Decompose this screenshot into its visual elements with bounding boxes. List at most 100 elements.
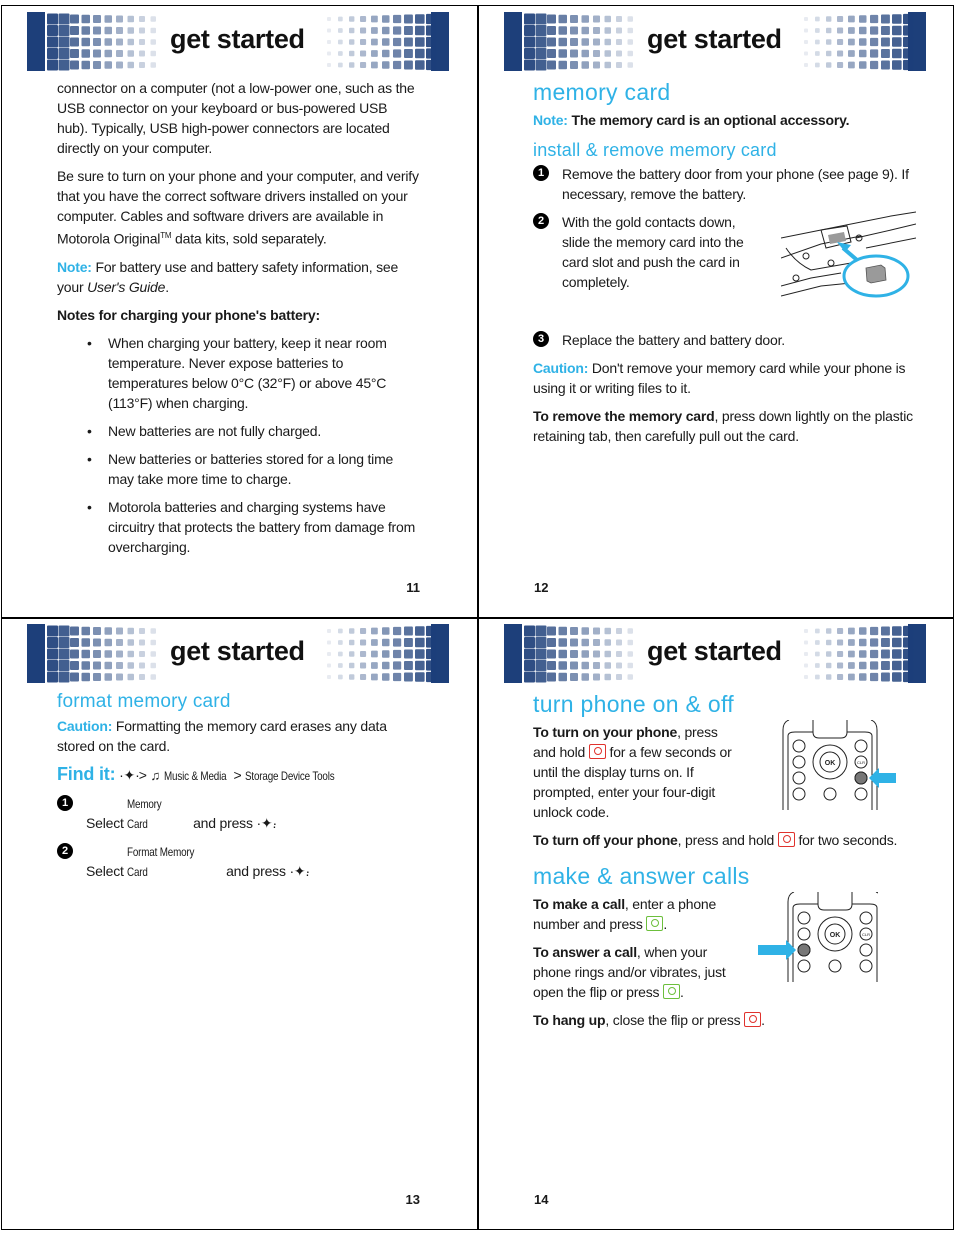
section-banner: get started — [27, 624, 449, 683]
turn-off-instructions: To turn off your phone, press and hold f… — [533, 830, 914, 850]
pointer-arrow-icon — [758, 940, 796, 960]
text: To turn on your phone — [533, 724, 678, 740]
nav-key-icon: ·✦· — [256, 815, 277, 831]
page-12: get started memory card Note: The memory… — [478, 6, 954, 617]
page-13: get started format memory card Caution: … — [1, 618, 477, 1229]
section-banner: get started — [27, 12, 449, 71]
list-item: New batteries or batteries stored for a … — [87, 449, 421, 489]
heading-memory-card: memory card — [533, 79, 671, 105]
highlighted-key — [854, 771, 868, 785]
calls-block: To make a call, enter a phone number and… — [533, 892, 914, 1002]
music-media-icon: ♫ — [150, 768, 161, 783]
trademark: TM — [160, 231, 172, 240]
memory-card-insertion-illustration — [781, 211, 916, 298]
step-text: Select Format Memory Card and press ·✦·. — [86, 842, 421, 882]
note-label: Note: — [533, 112, 568, 128]
banner-pattern-left — [504, 12, 633, 71]
section-title: get started — [647, 636, 782, 666]
answer-call-instructions: To answer a call, when your phone rings … — [533, 942, 743, 1002]
text: To hang up — [533, 1012, 606, 1028]
heading-turn-phone-on-off: turn phone on & off — [533, 691, 734, 717]
note: Note: For battery use and battery safety… — [57, 257, 421, 297]
note: Note: The memory card is an optional acc… — [533, 110, 914, 130]
clr-key-label: CLR — [857, 760, 865, 765]
banner-pattern-right — [804, 624, 926, 683]
keypad-send-key-illustration: OK CLR — [758, 892, 878, 982]
section-title: get started — [647, 24, 782, 54]
section-banner: get started — [504, 12, 926, 71]
banner-pattern-left — [504, 624, 633, 683]
text: . — [663, 916, 668, 932]
keypad-power-key-illustration: OK CLR — [782, 720, 896, 810]
page-number: 13 — [405, 1192, 420, 1207]
text: . — [165, 278, 169, 295]
banner-pattern-right — [804, 12, 926, 71]
text: To make a call — [533, 896, 625, 912]
text: To remove the memory card — [533, 408, 715, 424]
section-title: get started — [170, 24, 305, 54]
menu-item-storage-device-tools: Storage Device Tools — [245, 769, 335, 783]
banner-pattern-left — [27, 12, 156, 71]
make-call-instructions: To make a call, enter a phone number and… — [533, 894, 738, 934]
step-number-icon: 3 — [533, 331, 549, 347]
menu-item-format-memory-card: Format Memory Card — [127, 845, 195, 879]
caution: Caution: Don't remove your memory card w… — [533, 358, 914, 398]
turn-on-instructions: To turn on your phone, press and hold fo… — [533, 722, 738, 822]
list-item: Motorola batteries and charging systems … — [87, 497, 421, 557]
find-it-label: Find it: — [57, 764, 116, 784]
page-11: get started connector on a computer (not… — [1, 6, 477, 617]
separator: > — [138, 767, 147, 783]
step-2: 2 Select Format Memory Card and press ·✦… — [57, 842, 421, 882]
nav-key-icon: ·✦· — [119, 767, 140, 783]
step-text: Remove the battery door from your phone … — [562, 166, 909, 202]
power-end-key-icon — [744, 1012, 762, 1027]
note-label: Note: — [57, 258, 92, 275]
text: Select — [86, 815, 128, 831]
text: Notes for charging your phone's battery: — [57, 306, 320, 323]
step-1: 1 Select Memory Card and press ·✦·. — [57, 794, 421, 834]
text: , press and hold — [677, 832, 778, 848]
text: The memory card is an optional accessory… — [567, 112, 850, 128]
step-1: 1 Remove the battery door from your phon… — [533, 164, 914, 204]
page-number: 11 — [406, 580, 420, 595]
page-content: connector on a computer (not a low-power… — [57, 78, 421, 565]
text: and press — [222, 863, 290, 879]
power-end-key-icon — [777, 832, 795, 847]
text: To turn off your phone — [533, 832, 678, 848]
heading-make-answer-calls: make & answer calls — [533, 863, 750, 889]
notes-heading: Notes for charging your phone's battery: — [57, 305, 421, 325]
step-number-icon: 2 — [533, 213, 549, 229]
text: , close the flip or press — [605, 1012, 745, 1028]
page-number: 14 — [534, 1192, 549, 1207]
banner-pattern-right — [327, 624, 449, 683]
bullet-list: When charging your battery, keep it near… — [87, 333, 421, 557]
text: and press — [189, 815, 257, 831]
text: Select — [86, 863, 128, 879]
section-banner: get started — [504, 624, 926, 683]
menu-item-music-media: Music & Media — [163, 769, 227, 783]
power-end-key-icon — [588, 744, 606, 759]
pointer-arrow-icon — [869, 768, 896, 788]
separator: > — [233, 767, 242, 783]
subheading-install-remove: install & remove memory card — [533, 140, 777, 160]
section-title: get started — [170, 636, 305, 666]
caution-label: Caution: — [533, 360, 589, 376]
nav-key-icon: ·✦· — [289, 863, 310, 879]
remove-instructions: To remove the memory card, press down li… — [533, 406, 914, 446]
page-14: get started turn phone on & off To turn … — [478, 618, 954, 1229]
page-content: turn phone on & off To turn on your phon… — [533, 690, 914, 1038]
find-it-path: Find it: ·✦· > ♫ Music & Media > Storage… — [57, 764, 421, 786]
step-2: 2 With the gold contacts down, slide the… — [533, 211, 916, 322]
heading-format-memory-card: format memory card — [57, 691, 231, 712]
text: . — [680, 984, 684, 1000]
ok-key-label: OK — [830, 932, 841, 939]
step-text: Select Memory Card and press ·✦·. — [86, 794, 421, 834]
banner-pattern-left — [27, 624, 156, 683]
page-content: format memory card Caution: Formatting t… — [57, 690, 421, 890]
turn-on-block: To turn on your phone, press and hold fo… — [533, 720, 914, 822]
step-text: With the gold contacts down, slide the m… — [562, 214, 744, 290]
send-key-icon — [663, 984, 681, 999]
text: Don't remove your memory card while your… — [533, 360, 906, 396]
text: for two seconds. — [794, 832, 898, 848]
step-number-icon: 2 — [57, 843, 73, 859]
